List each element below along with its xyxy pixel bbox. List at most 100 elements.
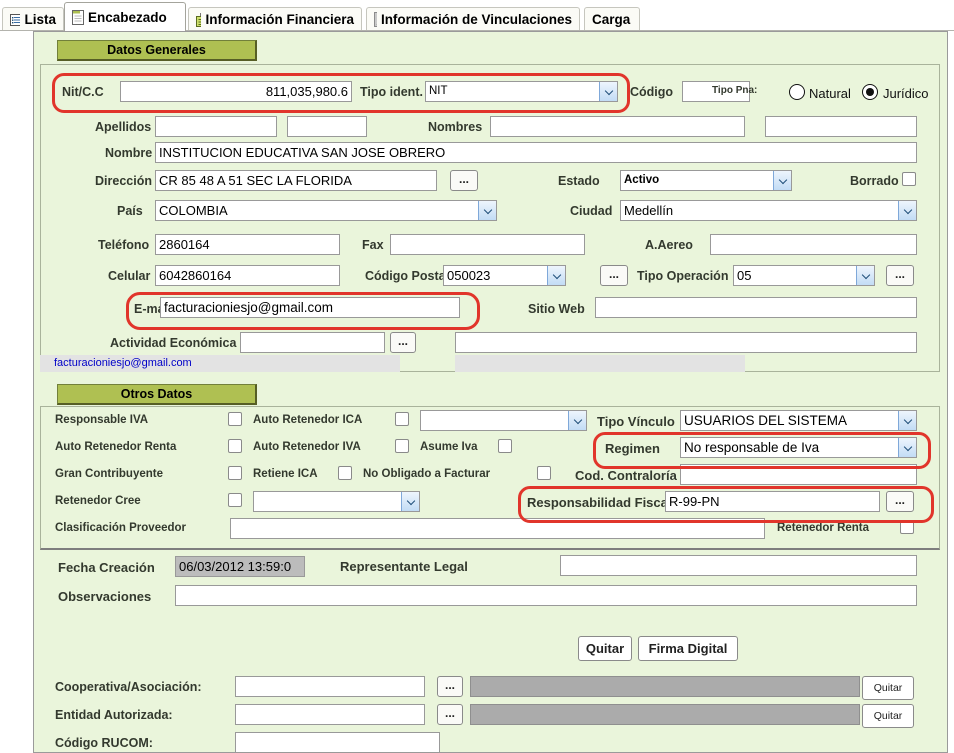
browse-tipo-operacion-button[interactable]: ... xyxy=(886,265,914,286)
radio-juridico[interactable] xyxy=(862,84,878,100)
chevron-down-icon[interactable] xyxy=(773,171,791,190)
chevron-down-icon[interactable] xyxy=(568,411,586,430)
chevron-down-icon[interactable] xyxy=(401,492,419,511)
sitio-web-input[interactable] xyxy=(595,297,917,318)
cooperativa-nombre-disabled xyxy=(470,676,860,697)
auto-retenedor-iva-label: Auto Retenedor IVA xyxy=(253,441,361,453)
apellidos2-input[interactable] xyxy=(287,116,367,137)
ciudad-select[interactable]: Medellín xyxy=(620,200,917,221)
observaciones-input[interactable] xyxy=(175,585,917,606)
codigo-rucom-input[interactable] xyxy=(235,732,440,753)
cooperativa-label: Cooperativa/Asociación: xyxy=(55,680,202,694)
nit-input[interactable] xyxy=(120,81,352,102)
codigo-rucom-label: Código RUCOM: xyxy=(55,736,153,750)
retenedor-renta-checkbox[interactable] xyxy=(900,520,914,534)
codigo-postal-value: 050023 xyxy=(444,266,547,285)
email-link-bar: facturacioniesjo@gmail.com xyxy=(40,355,400,372)
cod-contraloria-label: Cod. Contraloría xyxy=(575,468,677,483)
ciudad-label: Ciudad xyxy=(570,204,612,218)
tipo-vinculo-select[interactable]: USUARIOS DEL SISTEMA xyxy=(680,410,917,431)
tab-informacion-financiera[interactable]: Información Financiera xyxy=(188,7,362,31)
tab-informacion-vinculaciones[interactable]: Información de Vinculaciones xyxy=(366,7,580,31)
retenedor-cree-checkbox[interactable] xyxy=(228,493,242,507)
tab-encabezado-label: Encabezado xyxy=(88,10,167,25)
estado-select[interactable]: Activo xyxy=(620,170,792,191)
clasificacion-proveedor-input[interactable] xyxy=(230,518,765,539)
tab-carga[interactable]: Carga xyxy=(584,7,640,31)
estado-label: Estado xyxy=(558,174,600,188)
apellidos1-input[interactable] xyxy=(155,116,277,137)
actividad-descripcion-input[interactable] xyxy=(455,332,917,353)
nombre-input[interactable] xyxy=(155,142,917,163)
chevron-down-icon[interactable] xyxy=(898,201,916,220)
gran-contribuyente-checkbox[interactable] xyxy=(228,466,242,480)
quitar-button[interactable]: Quitar xyxy=(578,636,632,661)
quitar-cooperativa-button[interactable]: Quitar xyxy=(862,676,914,700)
auto-retenedor-renta-checkbox[interactable] xyxy=(228,439,242,453)
radio-juridico-label: Jurídico xyxy=(883,86,929,101)
cooperativa-input[interactable] xyxy=(235,676,425,697)
browse-actividad-button[interactable]: ... xyxy=(390,332,416,353)
tipo-ident-label: Tipo ident. xyxy=(360,85,423,99)
regimen-select[interactable]: No responsable de Iva xyxy=(680,437,917,458)
responsabilidad-fiscal-input[interactable] xyxy=(665,491,880,512)
chevron-down-icon[interactable] xyxy=(898,411,916,430)
representante-legal-input[interactable] xyxy=(560,555,917,576)
fax-input[interactable] xyxy=(390,234,585,255)
entidad-autorizada-input[interactable] xyxy=(235,704,425,725)
chevron-down-icon[interactable] xyxy=(856,266,874,285)
retenedor-renta-label: Retenedor Renta xyxy=(777,522,869,534)
celular-input[interactable] xyxy=(155,265,340,286)
person-link-icon xyxy=(374,12,377,27)
chevron-down-icon[interactable] xyxy=(599,82,617,101)
aaereo-input[interactable] xyxy=(710,234,917,255)
auto-retenedor-iva-checkbox[interactable] xyxy=(395,439,409,453)
pais-select[interactable]: COLOMBIA xyxy=(155,200,497,221)
vinculo-secondary-select[interactable] xyxy=(420,410,587,431)
retenedor-cree-value xyxy=(254,492,401,511)
retiene-ica-checkbox[interactable] xyxy=(338,466,352,480)
auto-retenedor-ica-checkbox[interactable] xyxy=(395,412,409,426)
estado-value: Activo xyxy=(621,171,773,190)
quitar-entidad-button[interactable]: Quitar xyxy=(862,704,914,728)
nombres1-input[interactable] xyxy=(490,116,745,137)
tipo-operacion-value: 05 xyxy=(734,266,856,285)
telefono-input[interactable] xyxy=(155,234,340,255)
tab-lista[interactable]: Lista xyxy=(2,7,64,31)
no-obligado-facturar-checkbox[interactable] xyxy=(537,466,551,480)
chevron-down-icon[interactable] xyxy=(547,266,565,285)
browse-cooperativa-button[interactable]: ... xyxy=(437,676,463,697)
chevron-down-icon[interactable] xyxy=(478,201,496,220)
tab-carga-label: Carga xyxy=(592,12,630,27)
browse-responsabilidad-fiscal-button[interactable]: ... xyxy=(886,491,914,512)
regimen-value: No responsable de Iva xyxy=(681,438,898,457)
email-link[interactable]: facturacioniesjo@gmail.com xyxy=(40,355,400,372)
aaereo-label: A.Aereo xyxy=(645,238,693,252)
email-input[interactable] xyxy=(160,297,460,318)
radio-natural-label: Natural xyxy=(809,86,851,101)
browse-codigo-postal-button[interactable]: ... xyxy=(600,265,628,286)
asume-iva-checkbox[interactable] xyxy=(498,439,512,453)
browse-direccion-button[interactable]: ... xyxy=(450,170,478,191)
cod-contraloria-input[interactable] xyxy=(680,464,917,485)
firma-digital-button[interactable]: Firma Digital xyxy=(638,636,738,661)
tipo-ident-value: NIT xyxy=(426,82,599,101)
nombre-label: Nombre xyxy=(105,146,152,160)
codigo-postal-select[interactable]: 050023 xyxy=(443,265,566,286)
nit-label: Nit/C.C xyxy=(62,85,104,99)
ciudad-value: Medellín xyxy=(621,201,898,220)
browse-entidad-button[interactable]: ... xyxy=(437,704,463,725)
direccion-input[interactable] xyxy=(155,170,437,191)
retenedor-cree-select[interactable] xyxy=(253,491,420,512)
radio-natural[interactable] xyxy=(789,84,805,100)
tab-encabezado[interactable]: Encabezado xyxy=(64,2,186,31)
borrado-checkbox[interactable] xyxy=(902,172,916,186)
actividad-codigo-input[interactable] xyxy=(240,332,385,353)
document-icon xyxy=(72,10,84,25)
chevron-down-icon[interactable] xyxy=(898,438,916,457)
responsable-iva-checkbox[interactable] xyxy=(228,412,242,426)
codigo-label: Código xyxy=(630,85,673,99)
tipo-operacion-select[interactable]: 05 xyxy=(733,265,875,286)
nombres2-input[interactable] xyxy=(765,116,917,137)
tipo-ident-select[interactable]: NIT xyxy=(425,81,618,102)
